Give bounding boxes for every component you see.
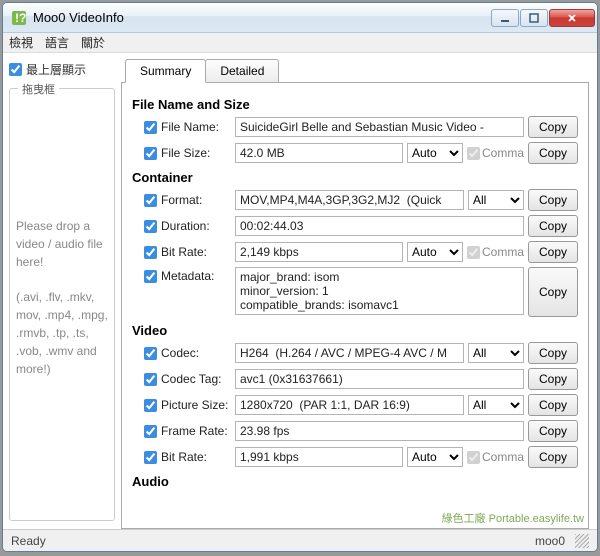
filesize-comma: Comma [467, 146, 524, 160]
tab-content: File Name and Size File Name: Copy File … [121, 82, 589, 529]
topmost-label: 最上層顯示 [26, 61, 86, 78]
filename-label: File Name: [161, 120, 231, 134]
row-picsize: Picture Size: All Copy [132, 394, 578, 416]
filesize-input[interactable] [235, 143, 403, 163]
codec-input[interactable] [235, 343, 464, 363]
minimize-button[interactable] [491, 9, 519, 27]
metadata-copy-button[interactable]: Copy [528, 267, 578, 317]
codectag-label: Codec Tag: [161, 372, 231, 386]
menu-about[interactable]: 關於 [81, 34, 105, 51]
row-duration: Duration: Copy [132, 215, 578, 237]
picsize-label: Picture Size: [161, 398, 231, 412]
cbitrate-copy-button[interactable]: Copy [528, 241, 578, 263]
framerate-input[interactable] [235, 421, 524, 441]
sidebar: 最上層顯示 拖曳框 Please drop a video / audio fi… [3, 53, 121, 529]
format-select[interactable]: All [468, 190, 524, 210]
row-metadata: Metadata: Copy [132, 267, 578, 317]
format-copy-button[interactable]: Copy [528, 189, 578, 211]
tab-detailed[interactable]: Detailed [205, 59, 279, 82]
row-format: Format: All Copy [132, 189, 578, 211]
statusbar: Ready moo0 [3, 529, 597, 551]
format-check[interactable] [144, 194, 157, 207]
cbitrate-check[interactable] [144, 246, 157, 259]
section-container: Container [132, 170, 578, 185]
section-audio: Audio [132, 474, 578, 489]
row-video-bitrate: Bit Rate: Auto Comma Copy [132, 446, 578, 468]
cbitrate-select[interactable]: Auto [407, 242, 463, 262]
picsize-select[interactable]: All [468, 395, 524, 415]
svg-text:!?: !? [15, 11, 26, 25]
vbitrate-copy-button[interactable]: Copy [528, 446, 578, 468]
duration-label: Duration: [161, 219, 231, 233]
tab-strip: Summary Detailed [125, 59, 589, 82]
metadata-label: Metadata: [161, 269, 231, 283]
row-filename: File Name: Copy [132, 116, 578, 138]
filesize-copy-button[interactable]: Copy [528, 142, 578, 164]
metadata-input[interactable] [235, 267, 524, 315]
format-input[interactable] [235, 190, 464, 210]
tab-summary[interactable]: Summary [125, 59, 206, 83]
codec-select[interactable]: All [468, 343, 524, 363]
dropzone-title: 拖曳框 [18, 81, 59, 97]
codectag-check[interactable] [144, 373, 157, 386]
format-label: Format: [161, 193, 231, 207]
cbitrate-comma: Comma [467, 245, 524, 259]
titlebar[interactable]: !? Moo0 VideoInfo [3, 3, 597, 33]
picsize-input[interactable] [235, 395, 464, 415]
filesize-check[interactable] [144, 147, 157, 160]
section-video: Video [132, 323, 578, 338]
close-button[interactable] [549, 9, 595, 27]
resize-grip-icon[interactable] [575, 534, 589, 548]
framerate-label: Frame Rate: [161, 424, 231, 438]
filesize-label: File Size: [161, 146, 231, 160]
menu-language[interactable]: 語言 [45, 34, 69, 51]
codec-check[interactable] [144, 347, 157, 360]
vbitrate-comma: Comma [467, 450, 524, 464]
vbitrate-label: Bit Rate: [161, 450, 231, 464]
row-codec: Codec: All Copy [132, 342, 578, 364]
codec-label: Codec: [161, 346, 231, 360]
cbitrate-input[interactable] [235, 242, 403, 262]
maximize-button[interactable] [520, 9, 548, 27]
filename-check[interactable] [144, 121, 157, 134]
picsize-check[interactable] [144, 399, 157, 412]
framerate-copy-button[interactable]: Copy [528, 420, 578, 442]
cbitrate-label: Bit Rate: [161, 245, 231, 259]
main-panel: Summary Detailed File Name and Size File… [121, 53, 597, 529]
vbitrate-check[interactable] [144, 451, 157, 464]
dropzone-fieldset[interactable]: 拖曳框 Please drop a video / audio file her… [9, 88, 115, 521]
filename-input[interactable] [235, 117, 524, 137]
window-title: Moo0 VideoInfo [33, 10, 491, 25]
section-filename-size: File Name and Size [132, 97, 578, 112]
menubar: 檢視 語言 關於 [3, 33, 597, 53]
duration-input[interactable] [235, 216, 524, 236]
codec-copy-button[interactable]: Copy [528, 342, 578, 364]
framerate-check[interactable] [144, 425, 157, 438]
status-right: moo0 [535, 534, 565, 548]
codectag-input[interactable] [235, 369, 524, 389]
duration-check[interactable] [144, 220, 157, 233]
status-ready: Ready [11, 534, 46, 548]
menu-view[interactable]: 檢視 [9, 34, 33, 51]
app-icon: !? [11, 10, 27, 26]
vbitrate-input[interactable] [235, 447, 403, 467]
duration-copy-button[interactable]: Copy [528, 215, 578, 237]
filesize-unit-select[interactable]: Auto [407, 143, 463, 163]
topmost-checkbox[interactable]: 最上層顯示 [9, 61, 115, 78]
vbitrate-select[interactable]: Auto [407, 447, 463, 467]
row-filesize: File Size: Auto Comma Copy [132, 142, 578, 164]
metadata-check[interactable] [144, 270, 157, 283]
filename-copy-button[interactable]: Copy [528, 116, 578, 138]
row-codectag: Codec Tag: Copy [132, 368, 578, 390]
codectag-copy-button[interactable]: Copy [528, 368, 578, 390]
topmost-check-icon[interactable] [9, 63, 22, 76]
app-window: !? Moo0 VideoInfo 檢視 語言 關於 最上層顯示 拖曳框 Ple… [2, 2, 598, 552]
picsize-copy-button[interactable]: Copy [528, 394, 578, 416]
row-framerate: Frame Rate: Copy [132, 420, 578, 442]
row-container-bitrate: Bit Rate: Auto Comma Copy [132, 241, 578, 263]
dropzone-message: Please drop a video / audio file here! (… [16, 217, 108, 378]
